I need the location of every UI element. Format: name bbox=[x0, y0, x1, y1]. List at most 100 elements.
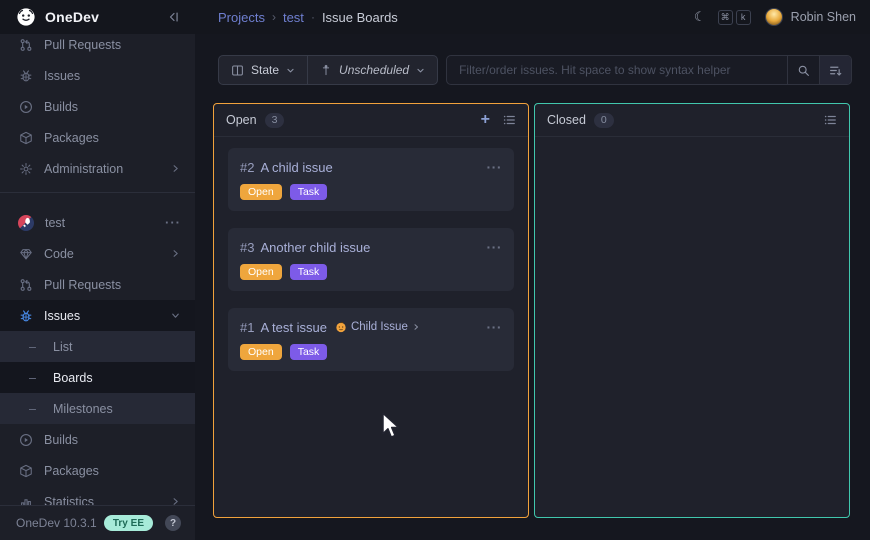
issue-title[interactable]: A child issue bbox=[260, 160, 332, 175]
sidebar-footer: OneDev 10.3.1 Try EE ? bbox=[0, 505, 195, 540]
milestone-icon bbox=[320, 64, 332, 76]
sidebar-item-issues[interactable]: Issues bbox=[0, 60, 195, 91]
issue-board: Open 3 + #2 A child issue ··· bbox=[213, 103, 850, 518]
sidebar-nav: Pull Requests Issues Builds Packages Adm… bbox=[0, 34, 195, 517]
onedev-logo-icon bbox=[16, 7, 36, 27]
card-badges: Open Task bbox=[240, 184, 502, 200]
play-circle-icon bbox=[18, 433, 33, 447]
search-button[interactable] bbox=[787, 56, 819, 84]
issue-number: #2 bbox=[240, 160, 254, 175]
chevron-down-icon bbox=[416, 66, 425, 75]
user-name[interactable]: Robin Shen bbox=[791, 10, 856, 24]
cmd-keycap: ⌘ bbox=[718, 10, 733, 25]
code-diamond-icon bbox=[18, 247, 33, 261]
gear-icon bbox=[18, 162, 33, 176]
sidebar-item-label: List bbox=[53, 340, 72, 354]
sidebar-item-packages[interactable]: Packages bbox=[0, 122, 195, 153]
pull-request-icon bbox=[18, 38, 33, 52]
topbar-brand-area: OneDev bbox=[0, 7, 195, 27]
sidebar-item-label: Packages bbox=[44, 464, 99, 478]
child-issue-label: Child Issue bbox=[351, 321, 408, 333]
dark-mode-icon[interactable]: ☾ bbox=[694, 9, 706, 25]
card-header: #3 Another child issue ··· bbox=[240, 239, 502, 255]
sidebar-item-label: Issues bbox=[44, 309, 80, 323]
user-avatar[interactable] bbox=[765, 8, 783, 26]
sidebar-item-builds[interactable]: Builds bbox=[0, 91, 195, 122]
add-card-icon[interactable]: + bbox=[481, 112, 490, 128]
breadcrumb-separator: · bbox=[311, 10, 315, 24]
sidebar-project-test[interactable]: test ··· bbox=[0, 207, 195, 238]
child-issue-link[interactable]: Child Issue bbox=[335, 321, 420, 333]
sidebar-item-issues-list[interactable]: – List bbox=[0, 331, 195, 362]
board-column-closed: Closed 0 bbox=[534, 103, 850, 518]
chevron-down-icon bbox=[170, 310, 181, 321]
state-dropdown-label: State bbox=[251, 63, 279, 77]
sidebar-item-issues-milestones[interactable]: – Milestones bbox=[0, 393, 195, 424]
breadcrumb-project-link[interactable]: test bbox=[283, 10, 304, 25]
card-more-icon[interactable]: ··· bbox=[487, 159, 503, 175]
type-badge: Task bbox=[290, 344, 328, 360]
sidebar-item-project-builds[interactable]: Builds bbox=[0, 424, 195, 455]
chevron-right-icon bbox=[412, 323, 420, 331]
column-count-badge: 0 bbox=[594, 113, 614, 128]
sidebar-item-label: Builds bbox=[44, 100, 78, 114]
board-toolbar: State Unscheduled bbox=[218, 55, 852, 85]
card-more-icon[interactable]: ··· bbox=[487, 319, 503, 335]
column-closed-body bbox=[535, 137, 849, 517]
column-open-header: Open 3 + bbox=[214, 104, 528, 137]
version-label: OneDev 10.3.1 bbox=[16, 516, 104, 530]
card-more-icon[interactable]: ··· bbox=[487, 239, 503, 255]
sidebar-item-issues-boards[interactable]: – Boards bbox=[0, 362, 195, 393]
bug-icon bbox=[18, 69, 33, 83]
k-keycap: k bbox=[736, 10, 751, 25]
sidebar-item-project-packages[interactable]: Packages bbox=[0, 455, 195, 486]
card-badges: Open Task bbox=[240, 264, 502, 280]
topbar: OneDev Projects › test · Issue Boards ☾ … bbox=[0, 0, 870, 34]
brand-title: OneDev bbox=[45, 9, 99, 25]
sidebar-item-administration[interactable]: Administration bbox=[0, 153, 195, 184]
column-actions: + bbox=[481, 112, 516, 128]
milestone-dropdown-button[interactable]: Unscheduled bbox=[307, 56, 437, 84]
issue-card[interactable]: #1 A test issue Child Issue ··· Open T bbox=[228, 308, 514, 371]
sidebar-item-project-pull-requests[interactable]: Pull Requests bbox=[0, 269, 195, 300]
issue-title[interactable]: Another child issue bbox=[260, 240, 370, 255]
project-more-icon[interactable]: ··· bbox=[165, 215, 181, 230]
submenu-dash: – bbox=[29, 340, 35, 354]
sidebar-item-label: Pull Requests bbox=[44, 38, 121, 52]
board-filter-button-group: State Unscheduled bbox=[218, 55, 438, 85]
column-menu-icon[interactable] bbox=[502, 113, 516, 127]
order-button[interactable] bbox=[819, 56, 851, 84]
sidebar-item-label: Boards bbox=[53, 371, 93, 385]
try-ee-badge[interactable]: Try EE bbox=[104, 515, 153, 531]
sidebar-item-label: Administration bbox=[44, 162, 123, 176]
card-header: #1 A test issue Child Issue ··· bbox=[240, 319, 502, 335]
submenu-dash: – bbox=[29, 371, 35, 385]
issue-filter-input[interactable] bbox=[447, 56, 787, 84]
main-content: State Unscheduled Open 3 bbox=[195, 34, 870, 540]
issue-title[interactable]: A test issue bbox=[260, 320, 326, 335]
onedev-app: OneDev Projects › test · Issue Boards ☾ … bbox=[0, 0, 870, 540]
issue-number: #3 bbox=[240, 240, 254, 255]
sidebar-item-project-issues[interactable]: Issues bbox=[0, 300, 195, 331]
state-dropdown-button[interactable]: State bbox=[219, 56, 307, 84]
help-button[interactable]: ? bbox=[165, 515, 181, 531]
issue-card[interactable]: #2 A child issue ··· Open Task bbox=[228, 148, 514, 211]
state-badge: Open bbox=[240, 264, 282, 280]
issue-number: #1 bbox=[240, 320, 254, 335]
board-column-open: Open 3 + #2 A child issue ··· bbox=[213, 103, 529, 518]
column-actions bbox=[823, 113, 837, 127]
sidebar-item-code[interactable]: Code bbox=[0, 238, 195, 269]
shortcut-hint: ⌘ k bbox=[718, 10, 751, 25]
column-closed-header: Closed 0 bbox=[535, 104, 849, 137]
issue-card[interactable]: #3 Another child issue ··· Open Task bbox=[228, 228, 514, 291]
sidebar-item-pull-requests[interactable]: Pull Requests bbox=[0, 34, 195, 60]
breadcrumb-separator: › bbox=[272, 10, 276, 24]
card-header: #2 A child issue ··· bbox=[240, 159, 502, 175]
column-menu-icon[interactable] bbox=[823, 113, 837, 127]
sidebar-item-label: Milestones bbox=[53, 402, 113, 416]
breadcrumb-projects-link[interactable]: Projects bbox=[218, 10, 265, 25]
project-rocket-icon bbox=[18, 215, 34, 231]
sidebar-item-label: Builds bbox=[44, 433, 78, 447]
sidebar-collapse-icon[interactable] bbox=[167, 10, 181, 24]
topbar-right: ☾ ⌘ k Robin Shen bbox=[694, 8, 856, 26]
